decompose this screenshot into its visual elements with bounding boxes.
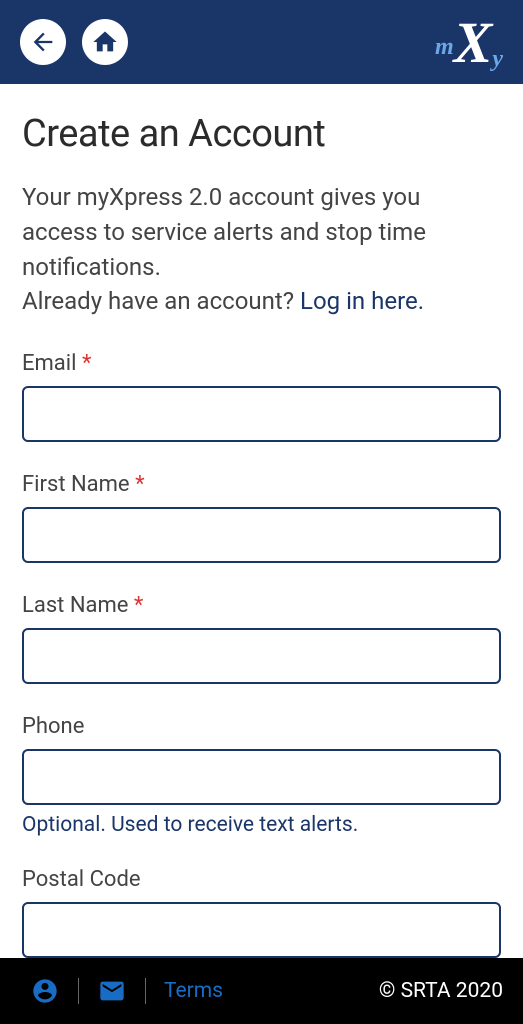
field-last-name: Last Name * [22, 593, 501, 684]
user-circle-icon [31, 977, 59, 1005]
required-marker: * [134, 593, 143, 618]
first-name-input[interactable] [22, 507, 501, 563]
required-marker: * [135, 472, 144, 497]
first-name-label: First Name * [22, 472, 501, 497]
footer-nav: Terms [30, 976, 223, 1006]
intro-line1: Your myXpress 2.0 account gives you acce… [22, 183, 426, 281]
app-footer: Terms © SRTA 2020 [0, 958, 523, 1024]
app-header: mXy [0, 0, 523, 84]
arrow-left-icon [29, 28, 57, 56]
required-marker: * [82, 351, 91, 376]
login-link[interactable]: Log in here. [300, 287, 424, 315]
page-title: Create an Account [22, 112, 501, 156]
postal-code-input[interactable] [22, 902, 501, 958]
email-input[interactable] [22, 386, 501, 442]
last-name-label: Last Name * [22, 593, 501, 618]
header-nav [20, 19, 128, 65]
last-name-input[interactable] [22, 628, 501, 684]
app-logo: mXy [435, 9, 503, 76]
intro-text: Your myXpress 2.0 account gives you acce… [22, 180, 501, 319]
intro-line2: Already have an account? [22, 287, 300, 315]
account-button[interactable] [30, 976, 60, 1006]
home-icon [91, 28, 119, 56]
terms-link[interactable]: Terms [164, 979, 223, 1003]
phone-input[interactable] [22, 749, 501, 805]
phone-label: Phone [22, 714, 501, 739]
logo-m: m [435, 34, 454, 60]
copyright-text: © SRTA 2020 [379, 979, 503, 1003]
field-first-name: First Name * [22, 472, 501, 563]
mail-button[interactable] [97, 976, 127, 1006]
logo-x: X [454, 10, 493, 75]
field-phone: Phone Optional. Used to receive text ale… [22, 714, 501, 837]
email-label: Email * [22, 351, 501, 376]
back-button[interactable] [20, 19, 66, 65]
main-content: Create an Account Your myXpress 2.0 acco… [0, 84, 523, 958]
footer-separator [145, 978, 146, 1004]
phone-hint: Optional. Used to receive text alerts. [22, 813, 501, 837]
field-email: Email * [22, 351, 501, 442]
logo-y: y [492, 46, 503, 72]
mail-icon [98, 977, 126, 1005]
postal-code-label: Postal Code [22, 867, 501, 892]
home-button[interactable] [82, 19, 128, 65]
footer-separator [78, 978, 79, 1004]
field-postal-code: Postal Code [22, 867, 501, 958]
